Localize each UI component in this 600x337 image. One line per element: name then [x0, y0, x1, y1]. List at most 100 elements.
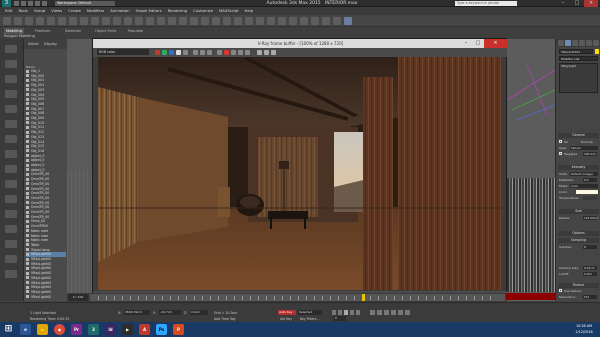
object-eye-icon[interactable]: [26, 276, 29, 280]
object-eye-icon[interactable]: [26, 271, 29, 275]
green-channel-icon[interactable]: [162, 50, 167, 55]
modifier-stack-item[interactable]: VRayLight: [561, 64, 576, 68]
indesign-icon[interactable]: Id: [105, 324, 116, 335]
internet-explorer-icon[interactable]: e: [20, 324, 31, 335]
percent-snap-icon[interactable]: [212, 17, 220, 25]
rendered-image[interactable]: [98, 57, 502, 290]
object-eye-icon[interactable]: [26, 163, 29, 167]
explorer-lights-icon[interactable]: [5, 120, 17, 128]
object-eye-icon[interactable]: [26, 262, 29, 266]
object-eye-icon[interactable]: [26, 149, 29, 153]
sampling-rollout[interactable]: Sampling: [558, 238, 599, 243]
explorer-bones-icon[interactable]: [5, 210, 17, 218]
red-channel-icon[interactable]: [155, 50, 160, 55]
select-scale-icon[interactable]: [135, 17, 143, 25]
subdivs-spinner[interactable]: 8: [583, 245, 597, 249]
object-eye-icon[interactable]: [26, 107, 29, 111]
explorer-tab-select[interactable]: Select: [28, 42, 39, 46]
maximize-viewport-icon[interactable]: [405, 310, 410, 315]
alpha-channel-icon[interactable]: [176, 50, 181, 55]
object-eye-icon[interactable]: [26, 285, 29, 289]
object-eye-icon[interactable]: [26, 78, 29, 82]
object-eye-icon[interactable]: [26, 140, 29, 143]
pivot-center-icon[interactable]: [157, 17, 165, 25]
object-eye-icon[interactable]: [26, 266, 29, 270]
size-rollout[interactable]: Size: [558, 209, 599, 214]
save-file-icon[interactable]: [28, 1, 33, 6]
schematic-view-icon[interactable]: [300, 17, 308, 25]
next-frame-icon[interactable]: [350, 310, 354, 315]
clear-image-icon[interactable]: [207, 50, 212, 55]
explorer-invert-icon[interactable]: [5, 240, 17, 248]
object-eye-icon[interactable]: [26, 243, 29, 247]
spinner-snap-icon[interactable]: [223, 17, 231, 25]
hierarchy-tab-icon[interactable]: [572, 40, 578, 46]
general-rollout[interactable]: General: [558, 133, 599, 138]
object-eye-icon[interactable]: [26, 257, 29, 261]
go-to-end-icon[interactable]: [356, 310, 360, 315]
object-eye-icon[interactable]: [26, 224, 29, 228]
object-eye-icon[interactable]: [26, 130, 29, 134]
3ds-max-taskbar-icon[interactable]: 3: [88, 324, 99, 335]
object-eye-icon[interactable]: [26, 102, 29, 106]
named-selection-icon[interactable]: [234, 17, 242, 25]
file-explorer-icon[interactable]: ▭: [37, 324, 48, 335]
radius-spinner[interactable]: 125.99cm: [583, 216, 598, 220]
rectangular-selection-icon[interactable]: [91, 17, 99, 25]
resolution-spinner[interactable]: 512: [583, 295, 597, 299]
object-eye-icon[interactable]: [26, 111, 29, 115]
object-eye-icon[interactable]: [26, 88, 29, 92]
menu-item-rendering[interactable]: Rendering: [165, 7, 190, 15]
stop-render-icon[interactable]: [257, 50, 262, 55]
targeted-spinner[interactable]: 200.0cm: [583, 152, 597, 156]
menu-item-maxscript[interactable]: MAXScript: [216, 7, 242, 15]
menu-item-tools[interactable]: Tools: [15, 7, 30, 15]
modify-tab-icon[interactable]: [565, 40, 571, 46]
zoom-icon[interactable]: [370, 310, 375, 315]
explorer-hierarchy-icon[interactable]: [5, 75, 17, 83]
open-file-icon[interactable]: [21, 1, 26, 6]
motion-tab-icon[interactable]: [579, 40, 585, 46]
auto-key-button[interactable]: Auto Key: [278, 310, 296, 315]
zoom-all-icon[interactable]: [377, 310, 382, 315]
z-coordinate-field[interactable]: 0.0cm: [190, 310, 208, 315]
object-eye-icon[interactable]: [26, 196, 29, 200]
undo-icon[interactable]: [35, 1, 40, 6]
save-image-icon[interactable]: [193, 50, 198, 55]
angle-snap-icon[interactable]: [201, 17, 209, 25]
modifier-list-dropdown[interactable]: Modifier List: [559, 56, 598, 61]
rendered-frame-window-icon[interactable]: [333, 17, 341, 25]
layer-explorer-icon[interactable]: [267, 17, 275, 25]
color-swatch[interactable]: [576, 190, 598, 194]
object-eye-icon[interactable]: [26, 187, 29, 190]
explorer-geometry-icon[interactable]: [5, 90, 17, 98]
pan-icon[interactable]: [391, 310, 396, 315]
menu-item-help[interactable]: Help: [242, 7, 257, 15]
explorer-filter-icon[interactable]: [5, 60, 17, 68]
object-eye-icon[interactable]: [26, 234, 29, 237]
close-icon[interactable]: ×: [584, 0, 598, 7]
explorer-particles-icon[interactable]: [5, 225, 17, 233]
object-eye-icon[interactable]: [26, 210, 29, 214]
material-editor-icon[interactable]: [311, 17, 319, 25]
play-icon[interactable]: [344, 310, 348, 315]
maximize-icon[interactable]: □: [570, 0, 584, 7]
window-crossing-icon[interactable]: [102, 17, 110, 25]
object-eye-icon[interactable]: [26, 74, 29, 78]
graphite-toggle-icon[interactable]: [278, 17, 286, 25]
align-icon[interactable]: [256, 17, 264, 25]
frame-counter[interactable]: 0 / 100: [68, 294, 88, 301]
add-time-tag-button[interactable]: Add Time Tag: [214, 317, 235, 321]
new-file-icon[interactable]: [14, 1, 19, 6]
object-eye-icon[interactable]: [26, 191, 29, 195]
zoom-extents-icon[interactable]: [384, 310, 389, 315]
menu-item-views[interactable]: Views: [48, 7, 65, 15]
vfb-minimize-icon[interactable]: –: [460, 39, 472, 48]
tab-object-paint[interactable]: Object Paint: [95, 28, 116, 34]
explorer-cameras-icon[interactable]: [5, 135, 17, 143]
vfb-close-icon[interactable]: ×: [484, 39, 507, 48]
key-filters-button[interactable]: Key Filters...: [300, 317, 319, 321]
time-marker[interactable]: [362, 294, 365, 301]
menu-item-group[interactable]: Group: [31, 7, 49, 15]
premiere-icon[interactable]: Pr: [71, 324, 82, 335]
